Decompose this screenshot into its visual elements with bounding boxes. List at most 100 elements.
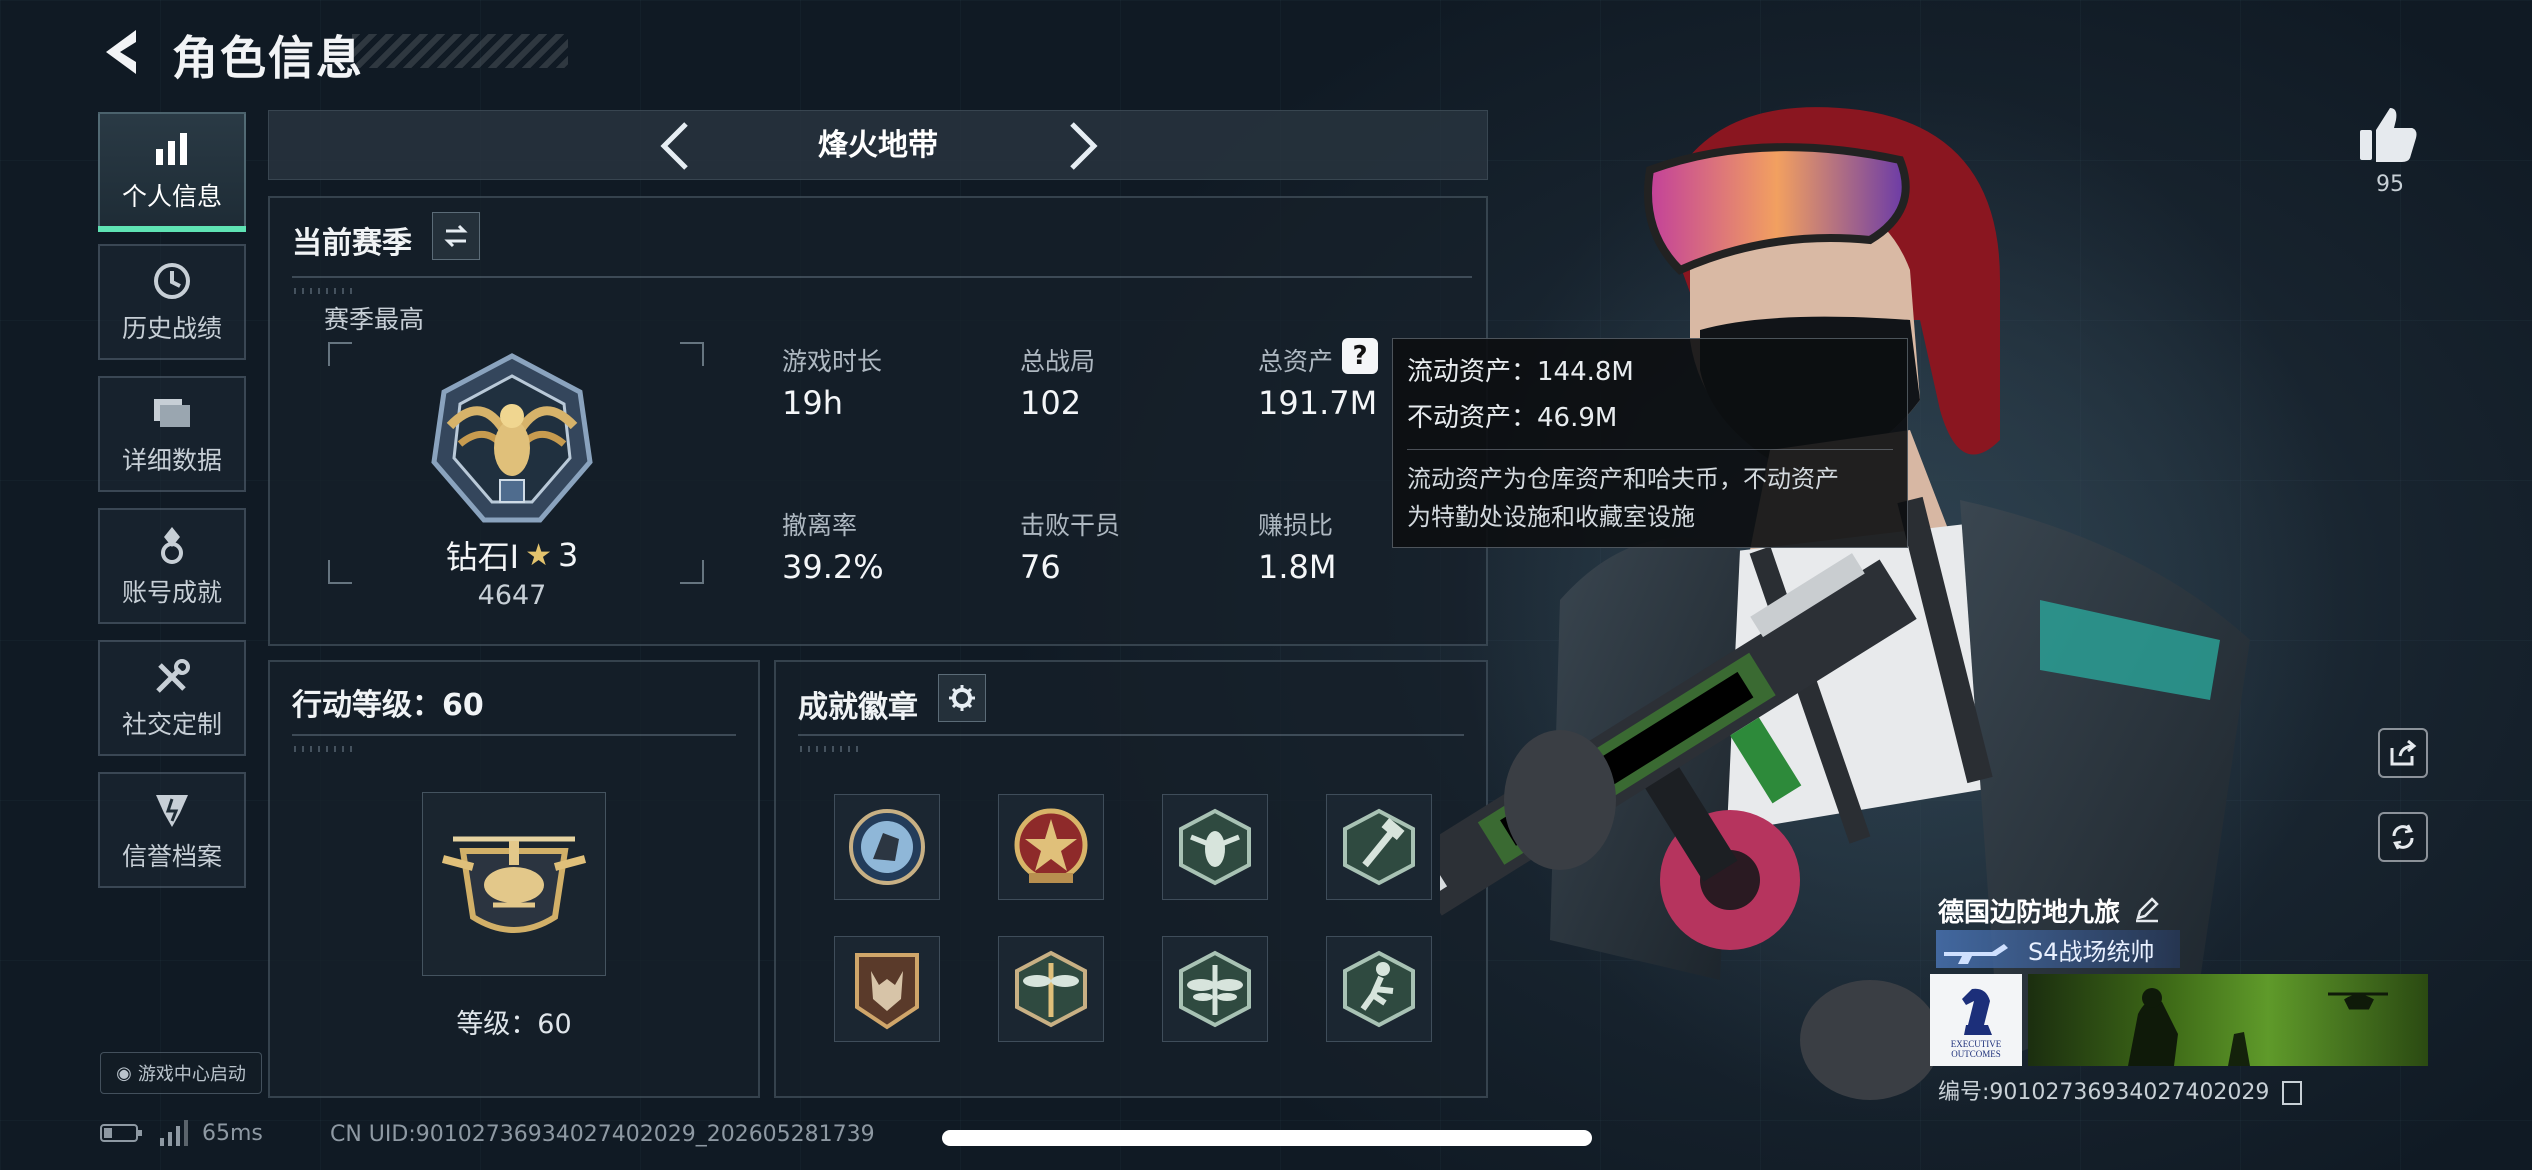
sidebar-item-achievements[interactable]: 账号成就 (98, 508, 246, 624)
stat-value-total-matches: 102 (1020, 384, 1082, 422)
card-uid: 编号:9010273693402740202​9 (1938, 1074, 2303, 1106)
share-button[interactable] (2378, 728, 2428, 778)
refresh-button[interactable] (2378, 812, 2428, 862)
season-best-label: 赛季最高 (324, 305, 425, 334)
ping-value: 65ms (202, 1120, 263, 1146)
rank-title: S4战场统帅 (2028, 937, 2155, 966)
sidebar-item-label: 详细数据 (121, 446, 222, 475)
achievement-badge[interactable] (1326, 794, 1432, 900)
tools-icon (156, 659, 190, 693)
back-arrow-icon[interactable] (96, 26, 148, 78)
sidebar-item-history[interactable]: 历史战绩 (98, 244, 246, 360)
edit-pencil-icon[interactable] (2132, 894, 2162, 924)
rank-title-badge: S4战场统帅 (1936, 930, 2180, 968)
achievement-badge[interactable] (834, 794, 940, 900)
refresh-icon (2392, 824, 2414, 850)
diamond-rank-emblem-icon (431, 353, 593, 523)
stat-value-profit-ratio: 1.8M (1258, 548, 1337, 586)
knight-logo-icon (1962, 988, 1992, 1035)
mode-title: 烽火地带 (818, 128, 938, 163)
decor-ticks (800, 746, 864, 752)
gear-icon (949, 685, 975, 711)
sidebar-item-credit[interactable]: 信誉档案 (98, 772, 246, 888)
ghost-icon: ◉ (116, 1062, 132, 1084)
medal-icon (161, 527, 183, 564)
executive-outcomes-logo: EXECUTIVE OUTCOMES (1930, 974, 2022, 1066)
sidebar-item-label: 信誉档案 (121, 842, 222, 871)
tooltip-description-1: 流动资产为仓库资产和哈夫币，不动资产 (1407, 465, 1839, 493)
decor-ticks (294, 288, 358, 294)
tooltip-divider (1407, 449, 1893, 450)
tooltip-fixed-assets: 不动资产：46.9M (1407, 403, 1618, 433)
card-uid-text: 编号:9010273693402740202​9 (1938, 1080, 2270, 1105)
rank-score: 4647 (477, 580, 547, 611)
signal-icon (160, 1120, 188, 1146)
tooltip-liquid-assets: 流动资产：144.8M (1407, 357, 1634, 387)
frame-corner (680, 560, 704, 584)
sidebar-item-personal-info[interactable]: 个人信息 (98, 112, 246, 232)
star-icon: ★ (525, 537, 552, 573)
rank-line: 钻石I ★ 3 (440, 532, 584, 578)
stat-value-extraction-rate: 39.2% (782, 548, 884, 586)
achievement-badge[interactable] (1326, 936, 1432, 1042)
sidebar-item-label: 个人信息 (121, 182, 222, 211)
runner-badge-icon (1343, 950, 1415, 1028)
sidebar-item-detailed-data[interactable]: 详细数据 (98, 376, 246, 492)
card-banner-image (2028, 974, 2428, 1066)
help-question-icon[interactable]: ? (1342, 338, 1378, 374)
stat-label-profit-ratio: 赚损比 (1258, 511, 1334, 540)
achievement-badge[interactable] (998, 936, 1104, 1042)
achievement-badge[interactable] (1162, 936, 1268, 1042)
sidebar-item-label: 历史战绩 (121, 314, 222, 343)
page-title: 角色信息 (172, 31, 364, 85)
achievement-badge[interactable] (1162, 794, 1268, 900)
stat-value-total-assets: 191.7M (1258, 384, 1378, 422)
rank-name: 钻石I (445, 538, 520, 576)
frame-corner (328, 560, 352, 584)
frame-corner (680, 342, 704, 366)
sidebar-item-label: 账号成就 (121, 578, 222, 607)
season-title: 当前赛季 (292, 226, 412, 261)
wasp-badge-icon (1179, 808, 1251, 886)
action-level-title: 行动等级：60 (292, 688, 484, 723)
helicopter-emblem-icon (441, 836, 587, 933)
season-divider (292, 276, 1472, 278)
guild-name: 德国边防地九旅 (1938, 898, 2121, 928)
achievement-badge[interactable] (998, 794, 1104, 900)
previous-mode-chevron-icon[interactable] (646, 118, 706, 174)
frame-corner (328, 342, 352, 366)
sidebar-item-label: 社交定制 (121, 710, 222, 739)
like-count: 95 (2376, 172, 2404, 197)
achievements-settings-button[interactable] (938, 674, 986, 722)
thumbs-up-icon[interactable] (2356, 104, 2420, 164)
hammer-badge-icon (1343, 808, 1415, 886)
achievement-badge[interactable] (834, 936, 940, 1042)
home-indicator[interactable] (942, 1130, 1592, 1146)
star-medal-badge-icon (1014, 808, 1088, 883)
assets-tooltip: 流动资产：144.8M 不动资产：46.9M 流动资产为仓库资产和哈夫币，不动资… (1392, 338, 1908, 548)
footer-uid: CN UID:90102736934027402029_202605281739 (330, 1122, 875, 1147)
decor-ticks (294, 746, 358, 752)
soldiers-silhouette-icon (2128, 988, 2388, 1066)
action-level-label: 等级：60 (456, 1009, 572, 1040)
title-decoration (352, 34, 568, 68)
next-mode-chevron-icon[interactable] (1052, 118, 1112, 174)
stat-label-total-matches: 总战局 (1020, 347, 1096, 376)
dragonfly-badge-2-icon (1179, 950, 1251, 1028)
stat-label-total-assets: 总资产 (1258, 347, 1334, 376)
shield-icon (156, 795, 188, 827)
hound-badge-icon (849, 809, 925, 885)
achievements-title: 成就徽章 (798, 690, 918, 725)
tooltip-description-2: 为特勤处设施和收藏室设施 (1407, 503, 1695, 531)
clock-icon (154, 263, 190, 299)
copy-icon[interactable] (2282, 1081, 2303, 1105)
share-icon (2390, 739, 2417, 766)
swap-icon (444, 224, 468, 248)
season-switch-button[interactable] (432, 212, 480, 260)
sidebar-item-social[interactable]: 社交定制 (98, 640, 246, 756)
logo-text: EXECUTIVE OUTCOMES (1950, 1039, 2002, 1059)
folders-icon (154, 399, 190, 427)
game-center-launch-button[interactable]: ◉ 游戏中心启动 (100, 1052, 262, 1094)
rifle-rank-icon (1944, 944, 2008, 964)
fox-badge-icon (855, 953, 919, 1030)
